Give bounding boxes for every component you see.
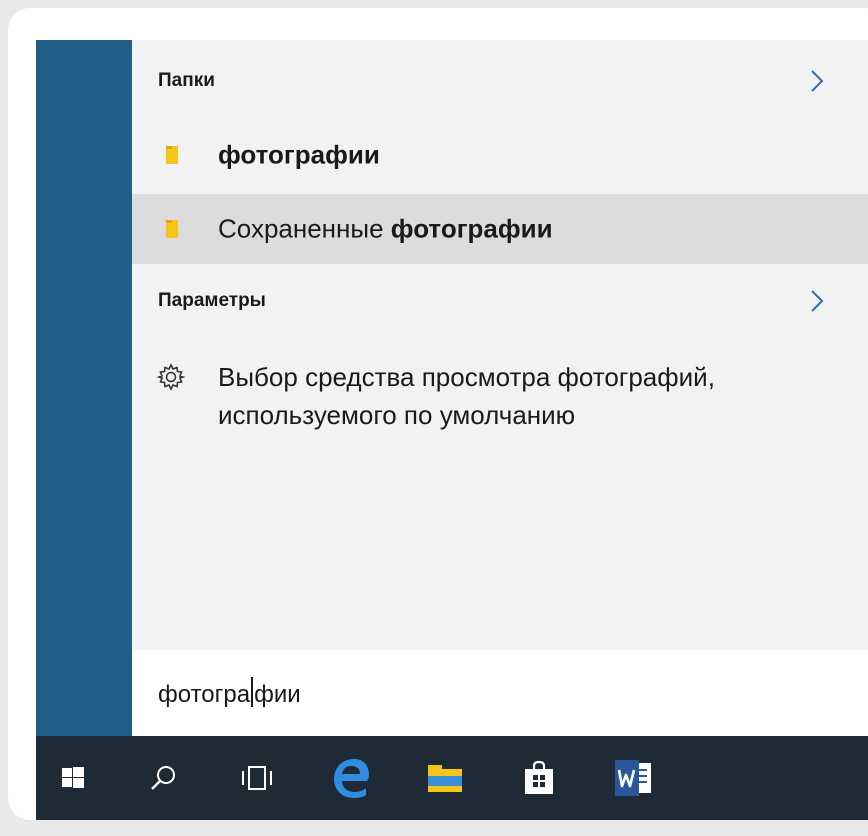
word-button[interactable] xyxy=(600,736,666,820)
folders-section-title: Папки xyxy=(158,70,215,91)
windows-start-icon xyxy=(62,767,84,788)
store-button[interactable] xyxy=(506,736,572,820)
taskbar xyxy=(36,736,868,820)
file-explorer-icon xyxy=(428,765,462,792)
search-input[interactable]: фотогра фии xyxy=(158,677,301,709)
folder-result-row[interactable]: фотографии xyxy=(132,120,868,190)
match-highlight: фотографии xyxy=(218,139,380,170)
folders-section-header[interactable]: Папки xyxy=(132,56,868,106)
task-view-button[interactable] xyxy=(224,736,290,820)
folder-result-label: Сохраненные фотографии xyxy=(218,213,553,244)
search-box[interactable]: фотогра фии xyxy=(132,650,868,736)
chevron-right-icon[interactable] xyxy=(810,69,824,93)
chevron-right-icon[interactable] xyxy=(810,289,824,313)
search-icon xyxy=(151,766,175,790)
folder-icon xyxy=(166,146,178,164)
settings-section-header[interactable]: Параметры xyxy=(132,276,868,326)
match-highlight: фотографии xyxy=(390,213,553,244)
start-menu-left-strip xyxy=(36,40,132,736)
file-explorer-button[interactable] xyxy=(412,736,478,820)
text-caret xyxy=(251,677,254,707)
folder-result-row-selected[interactable]: Сохраненные фотографии xyxy=(132,194,868,264)
edge-button[interactable] xyxy=(318,736,384,820)
task-view-icon xyxy=(242,766,272,790)
taskbar-search-button[interactable] xyxy=(130,736,196,820)
gear-icon xyxy=(156,363,186,391)
search-results: Папки фотографии Сохраненные фотографии … xyxy=(132,40,868,650)
folder-icon xyxy=(166,220,178,238)
settings-result-label: Выбор средства просмотра фотографий, исп… xyxy=(218,362,715,430)
folder-result-label: фотографии xyxy=(218,140,380,171)
start-button[interactable] xyxy=(40,736,106,820)
store-icon xyxy=(525,760,553,794)
settings-result-row[interactable]: Выбор средства просмотра фотографий, исп… xyxy=(132,358,868,458)
edge-icon xyxy=(334,759,369,798)
word-icon xyxy=(615,760,651,796)
settings-section-title: Параметры xyxy=(158,290,266,311)
